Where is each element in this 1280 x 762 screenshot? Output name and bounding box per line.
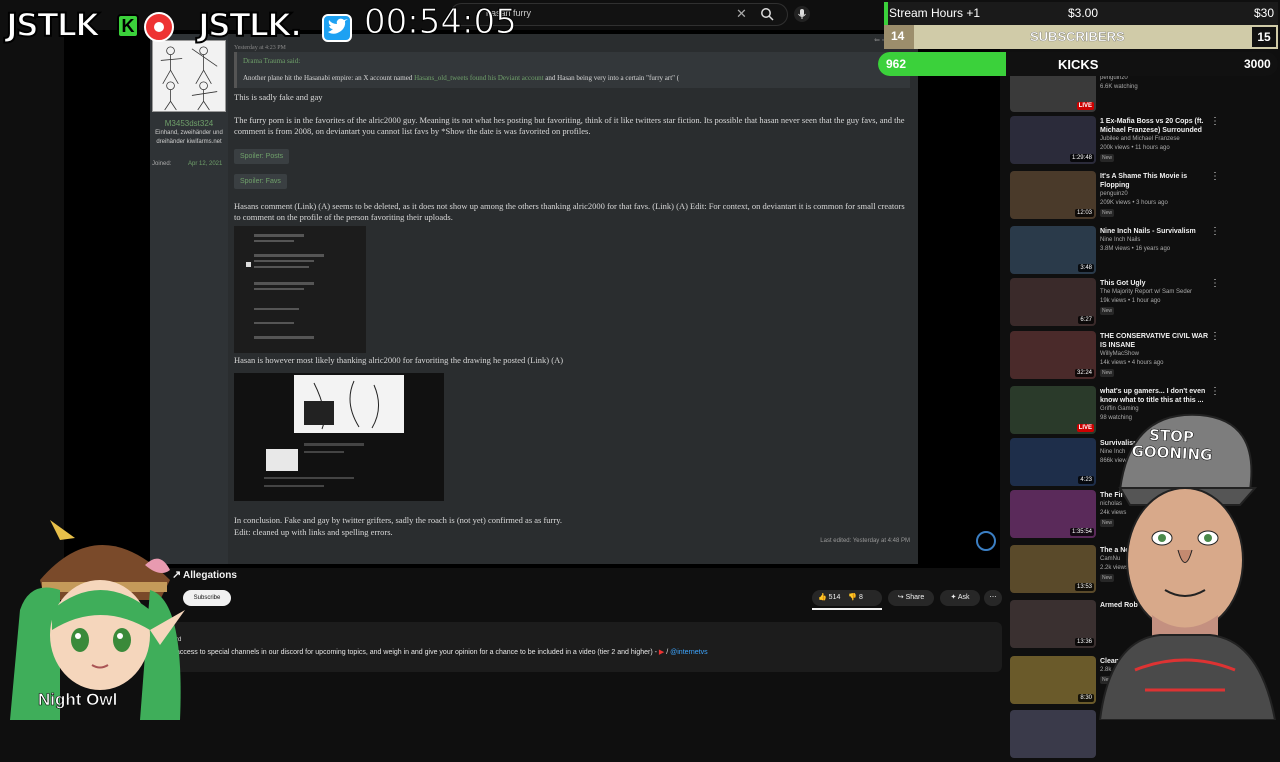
share-icon: ↪ [897, 594, 904, 601]
kicks-target: 3000 [1244, 57, 1271, 71]
quote-author[interactable]: Drama Trauma said: [243, 56, 904, 67]
drawing-screenshot [234, 373, 444, 501]
more-options-icon[interactable]: ⋮ [1210, 116, 1220, 127]
like-ratio-bar [812, 608, 882, 610]
recommendation-item[interactable]: 6:27 This Got Ugly The Majority Report w/ … [1010, 278, 1222, 330]
description-text: access to special channels in our discor… [176, 649, 708, 656]
new-badge: New [1100, 154, 1115, 162]
more-options-icon[interactable]: ⋮ [1210, 331, 1220, 342]
more-actions-button[interactable]: ⋯ [984, 590, 1002, 606]
ask-button[interactable]: ✦ Ask [940, 590, 980, 606]
forum-username[interactable]: M3453dst324 [152, 119, 226, 128]
post-paragraph-3: Hasans comment (Link) (A) seems to be de… [234, 201, 905, 222]
night-owl-name-label: Night Owl [38, 690, 118, 710]
post-paragraph-1: This is sadly fake and gay [234, 92, 323, 102]
video-thumbnail[interactable] [1010, 710, 1096, 758]
like-dislike-group[interactable]: 👍 514 👎 8 [812, 590, 882, 606]
recommendation-channel[interactable]: The Majority Report w/ Sam Seder [1100, 289, 1192, 295]
cap-text: STOP GOONING [1131, 425, 1213, 465]
recommendation-item[interactable]: 12:03 It's A Shame This Movie is Flopping… [1010, 171, 1222, 223]
recommendation-meta: 209K views • 3 hours ago [1100, 200, 1168, 206]
duration-badge: 12:03 [1074, 209, 1094, 217]
recommendation-title[interactable]: Nine Inch Nails - Survivalism [1100, 227, 1212, 236]
recommendation-channel[interactable]: penguinz0 [1100, 191, 1128, 197]
forum-user-title: Einhand, zweihänder und dreihänder kiwif… [155, 130, 223, 145]
streamer-logo-left: JSTLK [5, 5, 101, 45]
record-icon [144, 12, 174, 42]
post-paragraph-2: The furry porn is in the favorites of th… [234, 115, 905, 136]
more-options-icon[interactable]: ⋮ [1210, 278, 1220, 289]
recommendation-item[interactable]: 1:29:48 1 Ex-Mafia Boss vs 20 Cops (ft. M… [1010, 116, 1222, 168]
recommendation-item[interactable]: 32:24 THE CONSERVATIVE CIVIL WAR IS INSAN… [1010, 331, 1222, 383]
new-badge: New [1100, 307, 1115, 315]
subscribers-current: 14 [891, 29, 905, 43]
duration-badge: 3:48 [1078, 264, 1094, 272]
joined-label: Joined: [152, 161, 172, 167]
new-badge: New [1100, 209, 1115, 217]
clear-search-icon[interactable]: ✕ [736, 6, 747, 22]
quote-body: Another plane hit the Hasanabi empire: a… [243, 74, 680, 82]
live-badge: LIVE [1076, 102, 1094, 110]
recommendation-channel[interactable]: WillyMacShow [1100, 351, 1139, 357]
spoiler-posts-button[interactable]: Spoiler: Posts [234, 149, 290, 164]
post-paragraph-6: Edit: cleaned up with links and spelling… [234, 527, 393, 537]
forum-quote: Drama Trauma said: Another plane hit the… [234, 52, 910, 88]
recommendation-item[interactable]: 3:48 Nine Inch Nails - Survivalism Nine In… [1010, 226, 1222, 278]
subscribers-target: 15 [1252, 27, 1276, 47]
youtube-icon: ▶ [658, 649, 665, 656]
recommendation-title[interactable]: It's A Shame This Movie is Flopping [1100, 172, 1212, 190]
recommendation-channel[interactable]: Jubilee and Michael Franzese [1100, 136, 1180, 142]
stream-hours-amount: $3.00 [1068, 6, 1099, 20]
more-options-icon[interactable]: ⋮ [1210, 226, 1220, 237]
recommendation-channel[interactable]: Nine Inch Nails [1100, 237, 1140, 243]
recommendation-title[interactable]: THE CONSERVATIVE CIVIL WAR IS INSANE [1100, 332, 1212, 350]
last-edited: Last edited: Yesterday at 4:48 PM [820, 538, 910, 544]
more-options-icon[interactable]: ⋮ [1210, 171, 1220, 182]
recommendation-meta: 3.8M views • 16 years ago [1100, 246, 1171, 252]
recommendation-meta: 6.6K watching [1100, 84, 1138, 90]
post-timestamp: Yesterday at 4:23 PM [234, 45, 286, 51]
recommendation-title[interactable]: This Got Ugly [1100, 279, 1212, 288]
subscribers-label: SUBSCRIBERS [1030, 29, 1125, 44]
kicks-label: KICKS [1058, 57, 1099, 72]
like-icon[interactable]: 👍 [818, 594, 827, 601]
duration-badge: 1:29:48 [1069, 154, 1094, 162]
stream-timer: 00:54:05 [364, 2, 518, 43]
new-badge: New [1100, 369, 1115, 377]
globe-icon[interactable] [976, 531, 996, 551]
user-avatar [152, 40, 226, 112]
dislike-count: 8 [858, 594, 863, 601]
search-icon[interactable] [760, 7, 774, 21]
post-paragraph-5: In conclusion. Fake and gay by twitter g… [234, 515, 563, 525]
recommendation-title[interactable]: what's up gamers... I don't even know wh… [1100, 387, 1212, 405]
like-count: 514 [828, 594, 841, 601]
kick-logo-icon: K [117, 14, 139, 38]
share-button[interactable]: ↪ Share [888, 590, 934, 606]
recommendation-title[interactable]: 1 Ex-Mafia Boss vs 20 Cops (ft. Michael … [1100, 117, 1212, 135]
recommendation-meta: 14k views • 4 hours ago [1100, 360, 1164, 366]
more-options-icon[interactable]: ⋮ [1210, 386, 1220, 397]
twitter-bird-icon [322, 14, 352, 42]
joined-date: Apr 12, 2021 [188, 161, 223, 167]
stream-hours-goal-fill [884, 2, 888, 25]
post-paragraph-4: Hasan is however most likely thanking al… [234, 355, 564, 365]
duration-badge: 32:24 [1074, 369, 1094, 377]
sparkle-icon: ✦ [950, 594, 957, 601]
description-box[interactable] [170, 622, 1002, 672]
recommendation-meta: 19k views • 1 hour ago [1100, 298, 1161, 304]
dislike-icon[interactable]: 👎 [848, 594, 857, 601]
duration-badge: 6:27 [1078, 316, 1094, 324]
mic-icon[interactable] [794, 5, 810, 23]
kicks-current: 962 [886, 57, 907, 71]
spoiler-favs-button[interactable]: Spoiler: Favs [234, 174, 287, 189]
forum-user-panel [150, 34, 228, 564]
quote-link[interactable]: Hasans_old_tweets found his Deviant acco… [414, 74, 543, 82]
stream-hours-label: Stream Hours +1 [889, 6, 981, 20]
comment-screenshot [234, 226, 366, 353]
description-handle-link[interactable]: @internetvs [670, 649, 707, 656]
recommendation-meta: 200k views • 11 hours ago [1100, 145, 1170, 151]
stream-hours-target: $30 [1254, 6, 1275, 20]
streamer-logo-right: JSTLK. [197, 5, 303, 45]
